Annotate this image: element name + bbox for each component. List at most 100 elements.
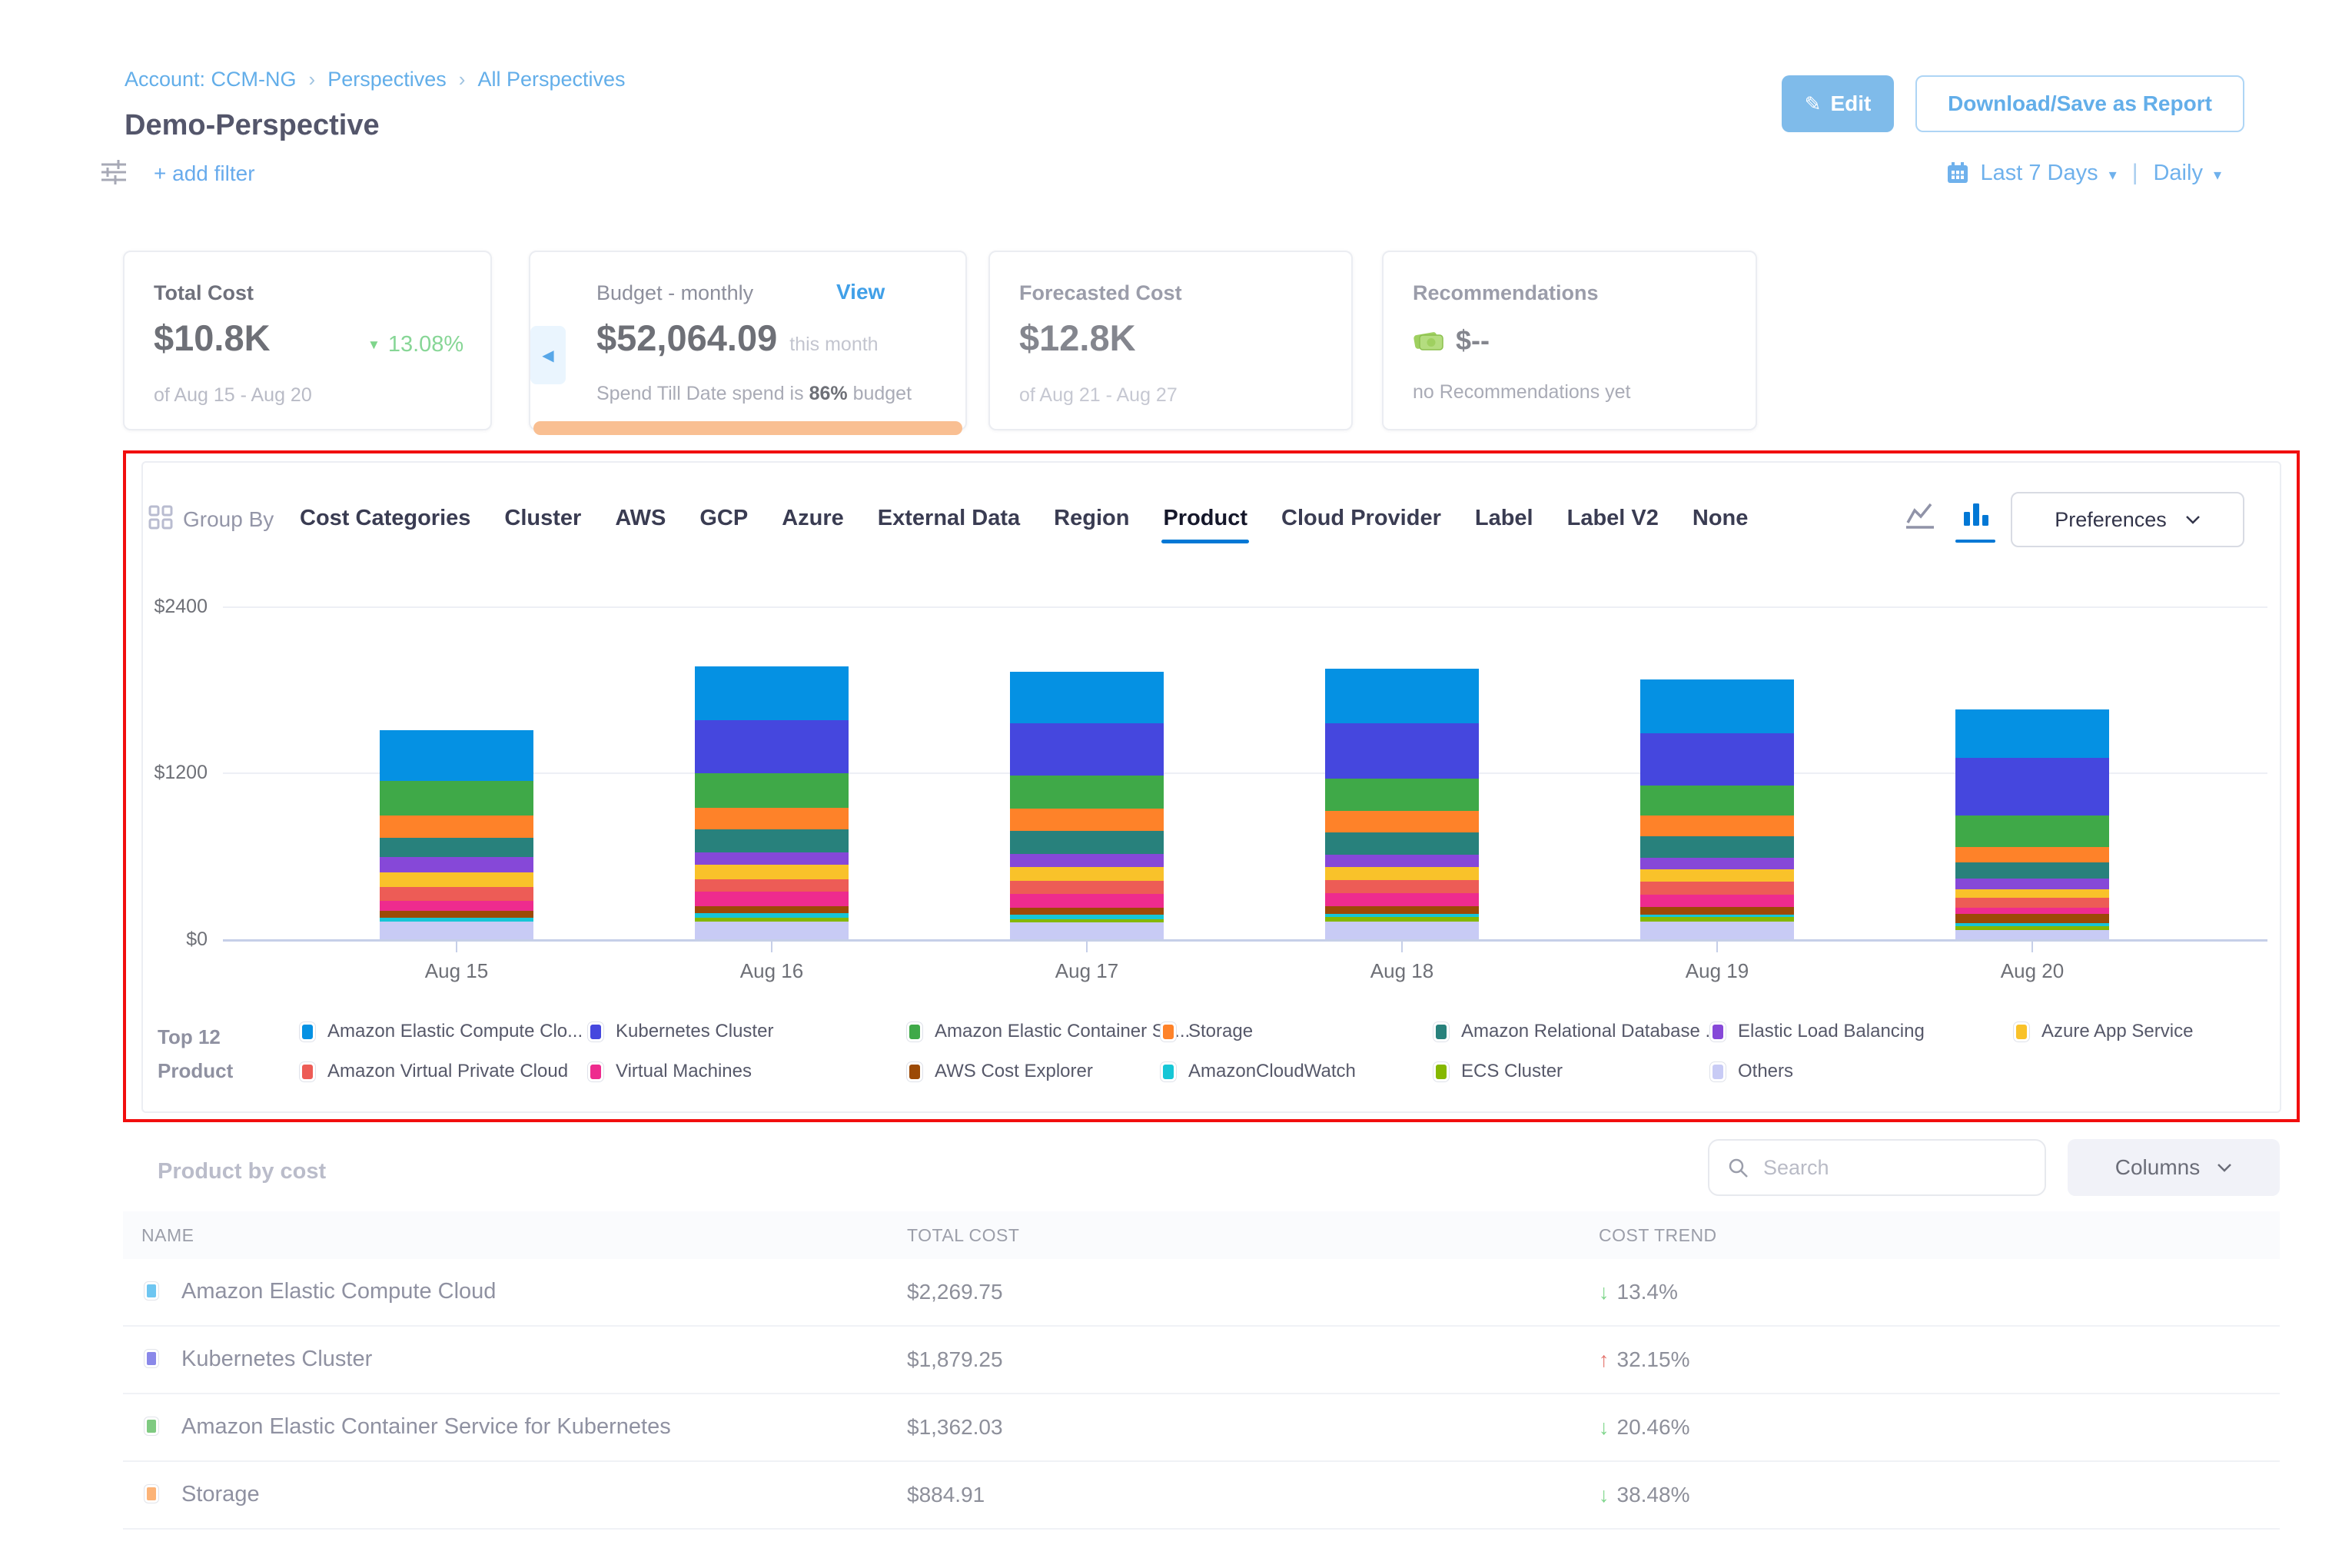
search-input[interactable] [1762,1155,2008,1181]
legend-item-ecs-cluster[interactable]: ECS Cluster [1433,1061,1563,1082]
bar-segment-kubernetes-cluster [1955,758,2109,816]
legend-item-storage[interactable]: Storage [1161,1021,1253,1042]
legend-item-amazon-relational-database[interactable]: Amazon Relational Database ... [1433,1021,1721,1042]
columns-label: Columns [2115,1155,2200,1180]
legend-swatch [1710,1062,1726,1081]
legend-label: Virtual Machines [616,1061,752,1082]
legend-item-amazon-virtual-private-cloud[interactable]: Amazon Virtual Private Cloud [300,1061,568,1082]
bar-segment-storage [1640,816,1794,836]
bar-segment-amazon-virtual-private-cloud [1640,882,1794,895]
bar-segment-amazon-virtual-private-cloud [380,887,533,901]
chevron-right-icon: › [309,68,316,91]
bar-segment-amazon-elastic-container-se [1640,786,1794,816]
total-cost-period: of Aug 15 - Aug 20 [154,384,312,407]
column-header-name[interactable]: NAME [141,1225,194,1246]
legend-swatch [1433,1022,1449,1041]
bar-segment-others [1010,922,1164,939]
edit-button[interactable]: ✎ Edit [1782,75,1894,132]
product-name: Kubernetes Cluster [181,1347,372,1372]
date-range-dropdown[interactable]: Last 7 Days [1981,161,2098,186]
bar-segment-azure-app-service [695,865,849,879]
breadcrumb-perspectives[interactable]: Perspectives [327,68,447,91]
bar-segment-amazon-relational-database [380,838,533,856]
table-row-storage[interactable]: Storage$884.91↓38.48% [123,1462,2280,1530]
tab-external-data[interactable]: External Data [878,506,1020,531]
columns-button[interactable]: Columns [2068,1139,2280,1196]
bar-segment-aws-cost-explorer [695,906,849,913]
budget-view-link[interactable]: View [836,280,885,304]
legend-item-virtual-machines[interactable]: Virtual Machines [588,1061,752,1082]
legend-label: Storage [1188,1021,1253,1042]
preferences-button[interactable]: Preferences [2011,492,2244,547]
table-body: Amazon Elastic Compute Cloud$2,269.75↓13… [123,1259,2280,1530]
bar-segment-storage [1955,847,2109,862]
recommendations-card: Recommendations $-- no Recommendations y… [1382,251,1757,430]
carousel-prev-button[interactable]: ◀ [530,326,566,384]
legend-item-amazoncloudwatch[interactable]: AmazonCloudWatch [1161,1061,1356,1082]
tab-cloud-provider[interactable]: Cloud Provider [1281,506,1441,531]
legend-title-line1: Top 12 [158,1025,221,1049]
tab-product[interactable]: Product [1163,506,1247,531]
tab-label[interactable]: Label [1475,506,1533,531]
product-swatch [145,1282,158,1300]
edit-button-label: Edit [1830,91,1871,116]
bar-segment-amazoncloudwatch [1640,915,1794,918]
table-row-amazon-elastic-container-service-for-kubernetes[interactable]: Amazon Elastic Container Service for Kub… [123,1394,2280,1462]
legend-item-others[interactable]: Others [1710,1061,1793,1082]
recommendations-note: no Recommendations yet [1413,381,1630,404]
legend-item-aws-cost-explorer[interactable]: AWS Cost Explorer [907,1061,1093,1082]
x-axis-tick [1086,942,1088,952]
breadcrumb: Account: CCM-NG › Perspectives › All Per… [125,68,626,91]
table-row-amazon-elastic-compute-cloud[interactable]: Amazon Elastic Compute Cloud$2,269.75↓13… [123,1259,2280,1327]
money-icon [1413,327,1445,354]
legend-item-azure-app-service[interactable]: Azure App Service [2014,1021,2193,1042]
bar-segment-elastic-load-balancing [1955,879,2109,889]
line-chart-toggle-icon[interactable] [1905,501,1937,530]
tab-gcp[interactable]: GCP [699,506,748,531]
tab-none[interactable]: None [1693,506,1749,531]
tab-azure[interactable]: Azure [782,506,844,531]
column-header-total-cost[interactable]: TOTAL COST [907,1225,1019,1246]
bar-segment-amazon-relational-database [1325,832,1479,855]
tab-cost-categories[interactable]: Cost Categories [300,506,470,531]
breadcrumb-account[interactable]: Account: CCM-NG [125,68,297,91]
bar-segment-storage [1010,809,1164,831]
bar-segment-elastic-load-balancing [695,852,849,865]
bar-segment-ecs-cluster [1325,917,1479,921]
bar-segment-amazon-relational-database [1010,831,1164,854]
y-axis-label: $1200 [108,762,208,784]
legend-item-amazon-elastic-container-se[interactable]: Amazon Elastic Container Se... [907,1021,1190,1042]
legend-item-kubernetes-cluster[interactable]: Kubernetes Cluster [588,1021,773,1042]
legend-label: AmazonCloudWatch [1188,1061,1356,1082]
download-save-report-button[interactable]: Download/Save as Report [1915,75,2244,132]
tab-label-v2[interactable]: Label V2 [1567,506,1659,531]
filter-sliders-icon[interactable] [97,155,131,189]
add-filter-button[interactable]: + add filter [154,161,255,186]
x-axis-label: Aug 17 [1025,959,1148,983]
table-search [1708,1139,2046,1196]
granularity-dropdown[interactable]: Daily [2153,161,2202,186]
column-header-cost-trend[interactable]: COST TREND [1599,1225,1717,1246]
bar-segment-amazon-elastic-container-se [1325,779,1479,811]
bar-chart-toggle-icon[interactable] [1962,500,1992,530]
cost-trend-cell: ↓13.4% [1599,1280,1678,1304]
legend-item-amazon-elastic-compute-clo[interactable]: Amazon Elastic Compute Clo... [300,1021,583,1042]
tab-aws[interactable]: AWS [615,506,666,531]
bar-segment-amazon-relational-database [1640,836,1794,857]
bar-segment-amazon-elastic-compute-clo [1325,669,1479,723]
table-row-kubernetes-cluster[interactable]: Kubernetes Cluster$1,879.25↑32.15% [123,1327,2280,1394]
breadcrumb-all-perspectives[interactable]: All Perspectives [477,68,625,91]
bar-segment-storage [695,808,849,830]
legend-item-elastic-load-balancing[interactable]: Elastic Load Balancing [1710,1021,1925,1042]
legend-label: Amazon Elastic Container Se... [935,1021,1190,1042]
bar-segment-elastic-load-balancing [1325,855,1479,867]
legend-label: Others [1738,1061,1793,1082]
bar-segment-amazon-virtual-private-cloud [1325,880,1479,893]
tab-region[interactable]: Region [1054,506,1129,531]
download-button-label: Download/Save as Report [1948,91,2212,116]
tab-cluster[interactable]: Cluster [504,506,581,531]
bar-segment-ecs-cluster [695,918,849,922]
budget-progress-bar [533,421,962,435]
bar-segment-aws-cost-explorer [1325,906,1479,914]
bar-segment-amazon-elastic-compute-clo [1955,709,2109,757]
